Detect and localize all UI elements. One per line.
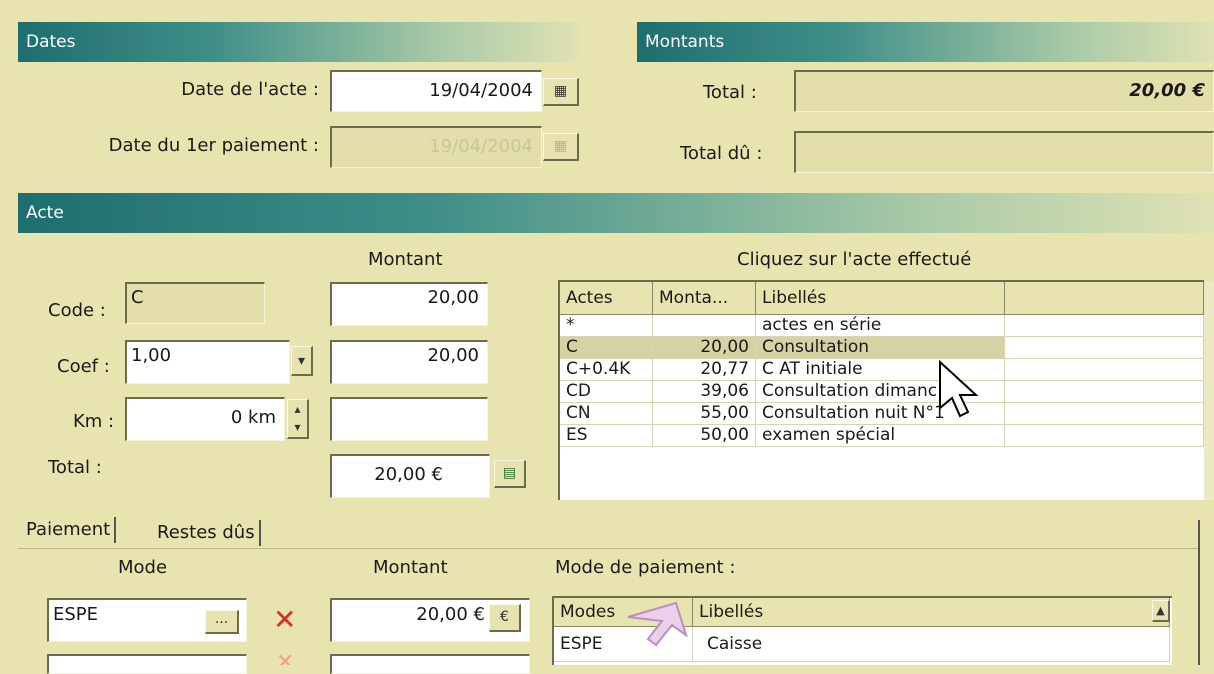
panel-border [1198,520,1200,665]
acte-code: * [560,314,653,337]
code-montant-field[interactable]: 20,00 [330,282,488,326]
total-du-label: Total dû : [680,143,763,164]
table-row[interactable]: ES 50,00 examen spécial [560,424,1204,447]
mode-field-2[interactable] [47,654,247,674]
mode-column-header: Mode [118,557,168,578]
euro-icon[interactable]: € [489,604,521,632]
table-row[interactable]: C+0.4K 20,77 C AT initiale [560,358,1204,381]
tab-divider [18,548,1198,549]
acte-extra [1004,424,1204,447]
scroll-up-icon[interactable]: ▲ [1152,600,1170,622]
pointer-icon [627,601,688,647]
acte-montant: 50,00 [652,424,756,447]
table-row[interactable]: CN 55,00 Consultation nuit N°1 [560,402,1204,425]
table-row[interactable]: * actes en série [560,314,1204,337]
delete-icon[interactable]: ✕ [276,650,296,665]
total-label: Total : [703,82,757,103]
acte-montant [652,314,756,337]
montants-header: Montants [637,22,1214,62]
km-spinner[interactable]: ▴ ▾ [287,399,309,439]
acte-montant: 39,06 [652,380,756,403]
date-paiement-field[interactable]: 19/04/2004 [330,126,542,168]
delete-icon[interactable]: ✕ [273,603,296,636]
column-header-libelles[interactable]: Libellés [755,282,1005,315]
acte-extra [1004,314,1204,337]
table-row[interactable]: CD 39,06 Consultation dimanc... [560,380,1204,403]
km-field[interactable]: 0 km [125,397,285,441]
column-header-libelles[interactable]: Libellés [692,598,1170,627]
montant-column-header: Montant [368,249,443,270]
acte-extra [1004,336,1204,359]
dates-header: Dates [18,22,578,62]
acte-total-label: Total : [48,457,102,478]
code-label: Code : [48,300,106,321]
mode-libelle: Caisse [692,626,1170,662]
calculator-icon[interactable]: ▤ [494,460,526,488]
acte-libelle: examen spécial [755,424,1005,447]
ellipsis-icon[interactable]: ··· [205,610,239,634]
acte-montant: 20,00 [652,336,756,359]
acte-grid-title: Cliquez sur l'acte effectué [737,249,972,270]
tab-restes-dus[interactable]: Restes dûs [153,520,261,546]
acte-total-field: 20,00 € [330,454,490,498]
acte-libelle: Consultation [755,336,1005,359]
acte-code: C+0.4K [560,358,653,381]
acte-libelle: actes en série [755,314,1005,337]
acte-extra [1004,380,1204,403]
paiement-montant-field-2[interactable] [330,654,530,674]
acte-extra [1004,358,1204,381]
table-row[interactable]: C 20,00 Consultation [560,336,1204,359]
acte-code: ES [560,424,653,447]
calendar-icon[interactable]: ▦ [543,78,579,106]
column-header-montant[interactable]: Monta... [652,282,756,315]
km-montant-field[interactable] [330,397,488,441]
coef-label: Coef : [57,356,110,377]
date-acte-label: Date de l'acte : [181,79,319,100]
coef-select[interactable]: 1,00 [125,340,290,384]
coef-montant-field[interactable]: 20,00 [330,340,488,384]
km-label: Km : [73,411,115,432]
acte-header: Acte [18,193,1214,233]
acte-code: CN [560,402,653,425]
date-acte-field[interactable]: 19/04/2004 [330,70,542,112]
acte-code: C [560,336,653,359]
acte-extra [1004,402,1204,425]
calendar-icon[interactable]: ▦ [543,133,579,161]
actes-scrollbar[interactable] [1204,282,1214,500]
paiement-montant-header: Montant [373,557,448,578]
mode-paiement-label: Mode de paiement : [555,557,736,578]
acte-code: CD [560,380,653,403]
code-field[interactable]: C [125,282,265,324]
chevron-down-icon[interactable]: ▾ [291,346,313,376]
column-header-actes[interactable]: Actes [560,282,653,315]
tab-paiement[interactable]: Paiement [22,517,117,543]
total-du-field [794,131,1214,173]
actes-table[interactable]: Actes Monta... Libellés * actes en série… [558,280,1204,500]
date-paiement-label: Date du 1er paiement : [108,135,319,156]
acte-montant: 20,77 [652,358,756,381]
column-header-extra[interactable] [1004,282,1204,315]
cursor-icon [939,360,979,418]
acte-montant: 55,00 [652,402,756,425]
total-field: 20,00 € [794,70,1214,112]
